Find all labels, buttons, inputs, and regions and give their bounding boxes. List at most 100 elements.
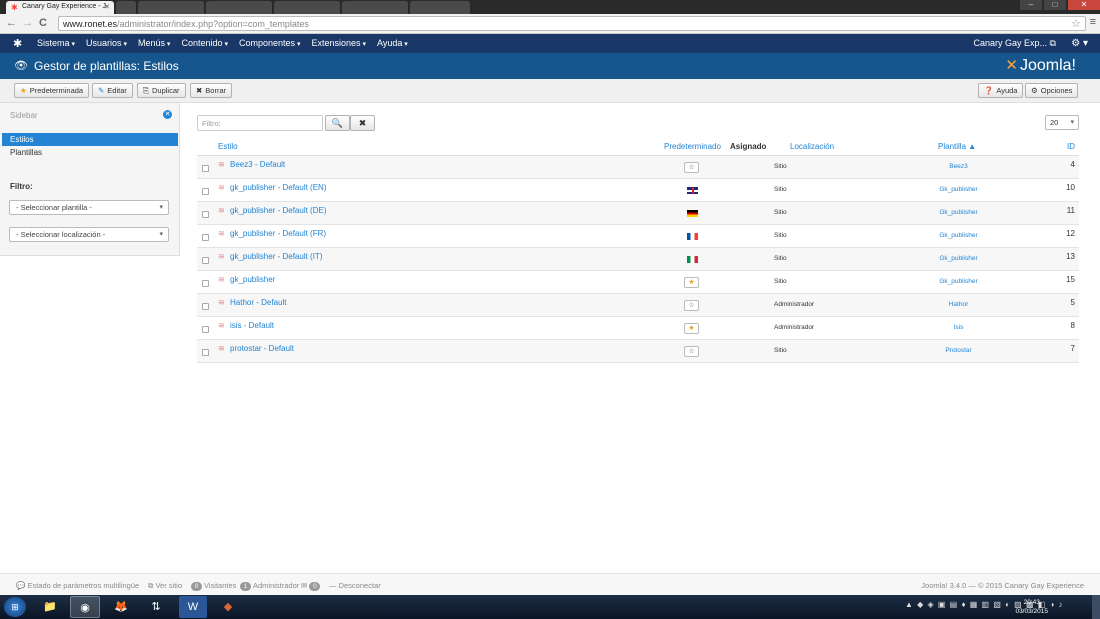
browser-tab-background[interactable] <box>206 1 272 14</box>
id-cell: 11 <box>1066 206 1075 215</box>
clear-button[interactable]: ✖ <box>350 115 375 131</box>
search-input[interactable]: Filtro: <box>197 115 323 131</box>
location-filter-select[interactable]: - Seleccionar localización - <box>9 227 169 242</box>
style-name-link[interactable]: gk_publisher - Default (DE) <box>230 206 326 215</box>
row-checkbox[interactable] <box>202 257 209 264</box>
list-limit-select[interactable]: 20 <box>1045 115 1079 130</box>
row-checkbox[interactable] <box>202 211 209 218</box>
reload-icon[interactable]: C <box>39 17 47 29</box>
explorer-icon[interactable]: 📁 <box>35 596 65 618</box>
multilang-status-link[interactable]: 💬 Estado de parámetros multilingüe <box>16 581 139 590</box>
row-checkbox[interactable] <box>202 280 209 287</box>
row-checkbox[interactable] <box>202 326 209 333</box>
sidebar-item-plantillas[interactable]: Plantillas <box>2 146 178 159</box>
style-name-link[interactable]: protostar - Default <box>230 344 294 353</box>
row-checkbox[interactable] <box>202 349 209 356</box>
site-link[interactable]: Canary Gay Exp... ⧉ <box>974 34 1056 53</box>
template-link[interactable]: Gk_publisher <box>897 186 1020 193</box>
browser-tab-background[interactable] <box>274 1 340 14</box>
id-cell: 15 <box>1066 275 1075 284</box>
style-name-link[interactable]: gk_publisher <box>230 275 275 284</box>
view-site-link[interactable]: ⧉ Ver sitio <box>148 581 182 591</box>
menu-sistema[interactable]: Sistema <box>37 34 75 53</box>
location-cell: Sitio <box>774 209 787 216</box>
sidebar-close-icon[interactable]: ✕ <box>163 110 172 119</box>
style-name-link[interactable]: gk_publisher - Default (EN) <box>230 183 326 192</box>
url-input[interactable]: www.ronet.es/administrator/index.php?opt… <box>58 16 1086 31</box>
window-close-button[interactable]: ✕ <box>1068 0 1100 10</box>
row-checkbox[interactable] <box>202 234 209 241</box>
template-link[interactable]: Beez3 <box>897 163 1020 170</box>
browser-tab-active[interactable]: ✱ Canary Gay Experience - J ✕ <box>6 1 114 14</box>
browser-tab-background[interactable] <box>116 1 136 14</box>
template-link[interactable]: Gk_publisher <box>897 278 1020 285</box>
menu-menus[interactable]: Menús <box>138 34 170 53</box>
browser-tab-background[interactable] <box>138 1 204 14</box>
row-checkbox[interactable] <box>202 188 209 195</box>
word-icon[interactable]: W <box>179 596 207 618</box>
template-link[interactable]: Gk_publisher <box>897 255 1020 262</box>
default-button[interactable]: ★ Predeterminada <box>14 83 90 98</box>
help-button[interactable]: ❓ Ayuda <box>978 83 1024 98</box>
delete-button[interactable]: ✖ Borrar <box>190 83 233 98</box>
settings-gear-icon[interactable]: ⚙ ▾ <box>1071 34 1088 53</box>
firefox-icon[interactable]: 🦊 <box>106 596 136 618</box>
template-link[interactable]: Gk_publisher <box>897 232 1020 239</box>
back-icon[interactable]: ← <box>6 17 17 29</box>
template-filter-select[interactable]: - Seleccionar plantilla - <box>9 200 169 215</box>
header-default[interactable]: Predeterminado <box>664 142 721 151</box>
window-maximize-button[interactable]: □ <box>1044 0 1066 10</box>
style-name-link[interactable]: isis - Default <box>230 321 274 330</box>
browser-tab-background[interactable] <box>342 1 408 14</box>
template-link[interactable]: Isis <box>897 324 1020 331</box>
menu-contenido[interactable]: Contenido <box>181 34 228 53</box>
set-default-star-icon[interactable]: ☆ <box>684 346 699 357</box>
bookmark-star-icon[interactable]: ☆ <box>1071 17 1081 30</box>
header-id[interactable]: ID <box>1067 142 1075 151</box>
duplicate-button[interactable]: ⎘ Duplicar <box>137 83 186 98</box>
sidebar-item-estilos[interactable]: Estilos <box>2 133 178 146</box>
style-name-link[interactable]: Beez3 - Default <box>230 160 285 169</box>
network-app-icon[interactable]: ⇅ <box>141 596 171 618</box>
menu-usuarios[interactable]: Usuarios <box>86 34 127 53</box>
header-style[interactable]: Estilo <box>218 142 238 151</box>
table-row: ≋ gk_publisher - Default (DE) Sitio Gk_publ… <box>197 202 1079 225</box>
version-text: Joomla! 3.4.0 — © 2015 Canary Gay Experi… <box>921 581 1084 590</box>
template-link[interactable]: Hathor <box>897 301 1020 308</box>
header-template[interactable]: Plantilla ▲ <box>938 142 976 151</box>
taskbar-clock[interactable]: 20:43 03/03/2015 <box>1015 598 1048 616</box>
window-minimize-button[interactable]: – <box>1020 0 1042 10</box>
menu-ayuda[interactable]: Ayuda <box>377 34 408 53</box>
row-checkbox[interactable] <box>202 165 209 172</box>
options-button[interactable]: ⚙ Opciones <box>1025 83 1079 98</box>
browser-menu-icon[interactable]: ≡ <box>1090 16 1096 28</box>
search-button[interactable]: 🔍 <box>325 115 350 131</box>
edit-button[interactable]: ✎ Editar <box>92 83 133 98</box>
template-link[interactable]: Protostar <box>897 347 1020 354</box>
joomla-logo-icon[interactable]: ✱ <box>13 37 22 50</box>
header-location[interactable]: Localización <box>790 142 834 151</box>
style-name-link[interactable]: gk_publisher - Default (IT) <box>230 252 322 261</box>
set-default-star-icon[interactable]: ☆ <box>684 162 699 173</box>
default-star-active-icon[interactable]: ★ <box>684 323 699 334</box>
browser-tab-background[interactable] <box>410 1 470 14</box>
row-checkbox[interactable] <box>202 303 209 310</box>
tab-close-icon[interactable]: ✕ <box>104 3 110 11</box>
template-link[interactable]: Gk_publisher <box>897 209 1020 216</box>
menu-extensiones[interactable]: Extensiones <box>311 34 366 53</box>
menu-componentes[interactable]: Componentes <box>239 34 301 53</box>
sidebar-title: Sidebar <box>10 111 38 120</box>
default-star-active-icon[interactable]: ★ <box>684 277 699 288</box>
messages-status[interactable]: ✉ 0 <box>301 581 322 591</box>
gear-icon: ⚙ <box>1031 86 1038 95</box>
filter-title: Filtro: <box>10 182 33 191</box>
filezilla-icon[interactable]: ◆ <box>213 596 243 618</box>
forward-icon[interactable]: → <box>22 17 33 29</box>
style-name-link[interactable]: Hathor - Default <box>230 298 286 307</box>
start-button[interactable]: ⊞ <box>4 597 26 617</box>
set-default-star-icon[interactable]: ☆ <box>684 300 699 311</box>
style-name-link[interactable]: gk_publisher - Default (FR) <box>230 229 326 238</box>
logout-link[interactable]: — Desconectar <box>329 581 381 590</box>
chrome-icon[interactable]: ◉ <box>70 596 100 618</box>
show-desktop-button[interactable] <box>1092 595 1100 619</box>
